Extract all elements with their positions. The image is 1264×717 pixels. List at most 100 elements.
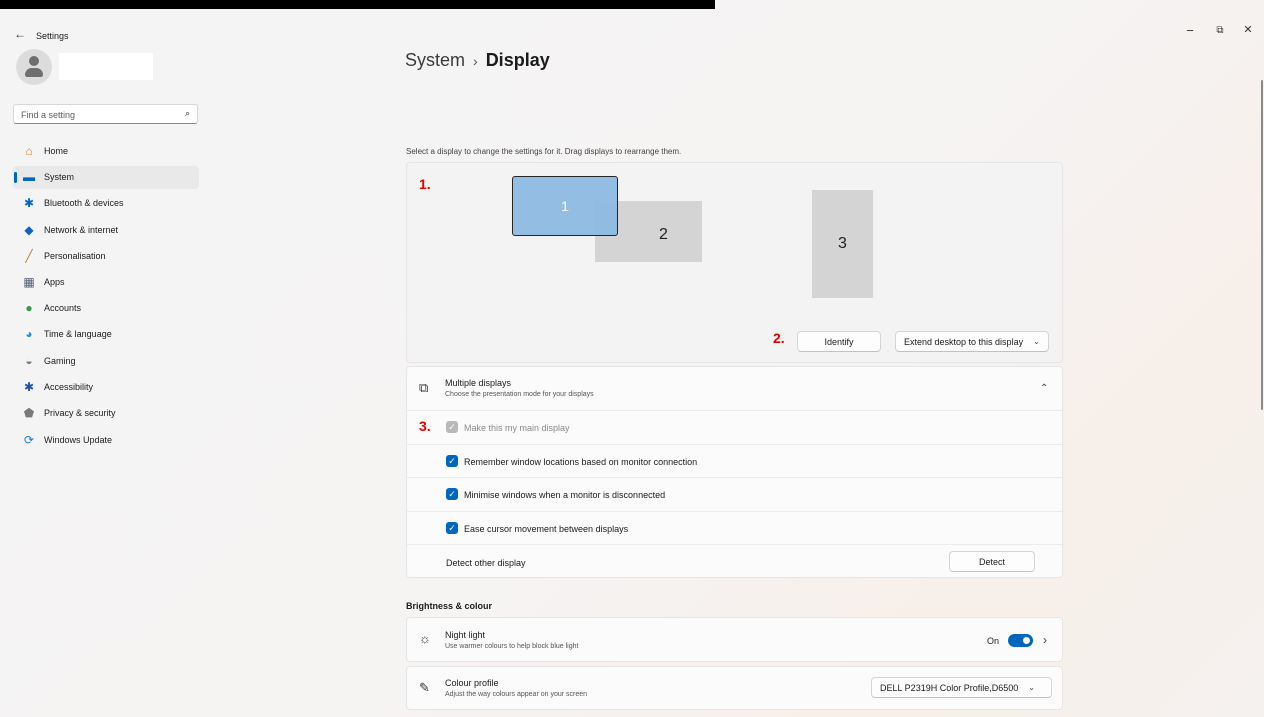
divider — [407, 444, 1062, 445]
detect-label: Detect — [978, 556, 1005, 567]
accessibility-icon: ✱ — [23, 380, 35, 394]
sidebar-item-label: Personalisation — [44, 251, 106, 261]
multiple-displays-icon: ⧉ — [419, 380, 429, 395]
breadcrumb-parent[interactable]: System — [405, 50, 465, 70]
ease-cursor-label: Ease cursor movement between displays — [464, 524, 629, 534]
settings-window: ← Settings − ⧉ ✕ Find a setting ⌕ ⌂ Home ▬… — [0, 0, 1264, 717]
extend-display-dropdown[interactable]: Extend desktop to this display ⌄ — [895, 331, 1049, 352]
gamepad-icon: ◒ — [25, 354, 33, 368]
identify-button[interactable]: Identify — [797, 331, 881, 352]
multiple-displays-card: ⧉ Multiple displays Choose the presentat… — [406, 366, 1063, 578]
sidebar-item-label: Privacy & security — [44, 408, 116, 418]
sidebar-item-label: Bluetooth & devices — [44, 198, 124, 208]
monitor-2-label: 2 — [659, 225, 668, 243]
home-icon: ⌂ — [25, 144, 33, 158]
ease-cursor-checkbox[interactable]: ✓ — [446, 522, 458, 534]
user-name-placeholder — [59, 53, 153, 80]
wifi-icon: ◆ — [24, 223, 34, 237]
system-icon: ▬ — [23, 170, 35, 184]
pen-icon: ✎ — [419, 680, 430, 695]
active-indicator — [14, 172, 17, 183]
search-placeholder: Find a setting — [21, 110, 76, 120]
multiple-displays-header[interactable]: ⧉ Multiple displays Choose the presentat… — [407, 367, 1062, 410]
title-bar: ← Settings − ⧉ ✕ — [0, 9, 1264, 41]
sidebar-item-time-language[interactable]: ◕ Time & language — [13, 323, 199, 346]
search-field[interactable]: Find a setting ⌕ — [13, 104, 198, 124]
user-avatar[interactable] — [16, 49, 52, 85]
sidebar-item-label: Network & internet — [44, 225, 119, 235]
sidebar-item-apps[interactable]: ▦ Apps — [13, 271, 199, 294]
sidebar-item-home[interactable]: ⌂ Home — [13, 140, 199, 163]
sidebar-item-label: Accounts — [44, 303, 82, 313]
detect-other-display-label: Detect other display — [446, 558, 526, 568]
sidebar-item-personalisation[interactable]: ╱ Personalisation — [13, 245, 199, 268]
breadcrumb: System › Display — [405, 50, 550, 71]
display-arrangement-panel: 1. 2 1 3 2. Identify Extend desktop to t… — [406, 162, 1063, 363]
monitor-1-selected[interactable]: 1 — [512, 176, 618, 236]
close-button[interactable]: ✕ — [1238, 23, 1258, 36]
sidebar-item-label: Apps — [44, 277, 65, 287]
identify-label: Identify — [824, 336, 854, 347]
top-black-bar — [0, 0, 715, 9]
monitor-3-label: 3 — [838, 235, 847, 252]
detect-button[interactable]: Detect — [949, 551, 1035, 572]
chevron-down-icon: ⌄ — [1028, 683, 1035, 692]
breadcrumb-separator: › — [473, 53, 478, 69]
chevron-right-icon[interactable]: › — [1043, 633, 1047, 647]
colour-profile-row: ✎ Colour profile Adjust the way colours … — [406, 666, 1063, 710]
brightness-sun-icon: ☼ — [419, 631, 431, 646]
sidebar-item-label: Time & language — [44, 329, 112, 339]
annotation-2: 2. — [773, 330, 785, 346]
multiple-displays-subtitle: Choose the presentation mode for your di… — [445, 391, 594, 398]
chevron-up-icon[interactable]: ⌃ — [1040, 383, 1048, 394]
sidebar-item-label: Accessibility — [44, 382, 94, 392]
monitor-3[interactable]: 3 — [812, 190, 873, 298]
night-light-subtitle: Use warmer colours to help block blue li… — [445, 643, 579, 650]
sidebar-item-label: Windows Update — [44, 435, 113, 445]
scrollbar[interactable] — [1261, 80, 1263, 410]
sidebar-item-privacy-security[interactable]: ⬟ Privacy & security — [13, 402, 199, 425]
night-light-title: Night light — [445, 630, 486, 640]
restore-button[interactable]: ⧉ — [1210, 25, 1230, 36]
shield-icon: ⬟ — [23, 406, 35, 420]
annotation-3: 3. — [419, 418, 431, 434]
colour-profile-dropdown[interactable]: DELL P2319H Color Profile,D6500 ⌄ — [871, 677, 1052, 698]
accounts-icon: ● — [25, 301, 33, 315]
back-arrow-icon[interactable]: ← — [14, 27, 26, 41]
colour-profile-value: DELL P2319H Color Profile,D6500 — [880, 682, 1019, 693]
arrangement-hint: Select a display to change the settings … — [406, 147, 682, 156]
sidebar-item-label: Home — [44, 146, 69, 156]
sidebar-item-network-internet[interactable]: ◆ Network & internet — [13, 219, 199, 242]
sidebar-item-accounts[interactable]: ● Accounts — [13, 297, 199, 320]
divider — [407, 410, 1062, 411]
bluetooth-icon: ✱ — [23, 196, 35, 210]
main-display-label: Make this my main display — [464, 423, 570, 433]
page-title: Display — [485, 50, 550, 70]
main-display-checkbox[interactable]: ✓ — [446, 421, 458, 433]
extend-dropdown-value: Extend desktop to this display — [904, 336, 1024, 347]
brush-icon: ╱ — [25, 249, 33, 263]
chevron-down-icon: ⌄ — [1033, 337, 1040, 346]
sidebar-item-gaming[interactable]: ◒ Gaming — [13, 350, 199, 373]
sidebar-item-label: Gaming — [44, 356, 76, 366]
night-light-toggle[interactable] — [1008, 634, 1033, 647]
update-icon: ⟳ — [23, 433, 35, 447]
annotation-1: 1. — [419, 176, 431, 192]
monitor-1-label: 1 — [561, 198, 569, 214]
search-icon: ⌕ — [184, 108, 190, 118]
remember-locations-label: Remember window locations based on monit… — [464, 457, 698, 467]
minimise-windows-checkbox[interactable]: ✓ — [446, 488, 458, 500]
sidebar-item-windows-update[interactable]: ⟳ Windows Update — [13, 429, 199, 452]
brightness-section-title: Brightness & colour — [406, 601, 493, 611]
night-light-row[interactable]: ☼ Night light Use warmer colours to help… — [406, 617, 1063, 662]
sidebar-item-accessibility[interactable]: ✱ Accessibility — [13, 376, 199, 399]
minimize-button[interactable]: − — [1180, 23, 1200, 38]
remember-locations-checkbox[interactable]: ✓ — [446, 455, 458, 467]
multiple-displays-title: Multiple displays — [445, 378, 512, 388]
night-light-state: On — [987, 636, 1000, 646]
sidebar-item-bluetooth-devices[interactable]: ✱ Bluetooth & devices — [13, 192, 199, 215]
apps-icon: ▦ — [23, 275, 35, 289]
sidebar-item-system[interactable]: ▬ System — [13, 166, 199, 189]
divider — [407, 544, 1062, 545]
divider — [407, 477, 1062, 478]
